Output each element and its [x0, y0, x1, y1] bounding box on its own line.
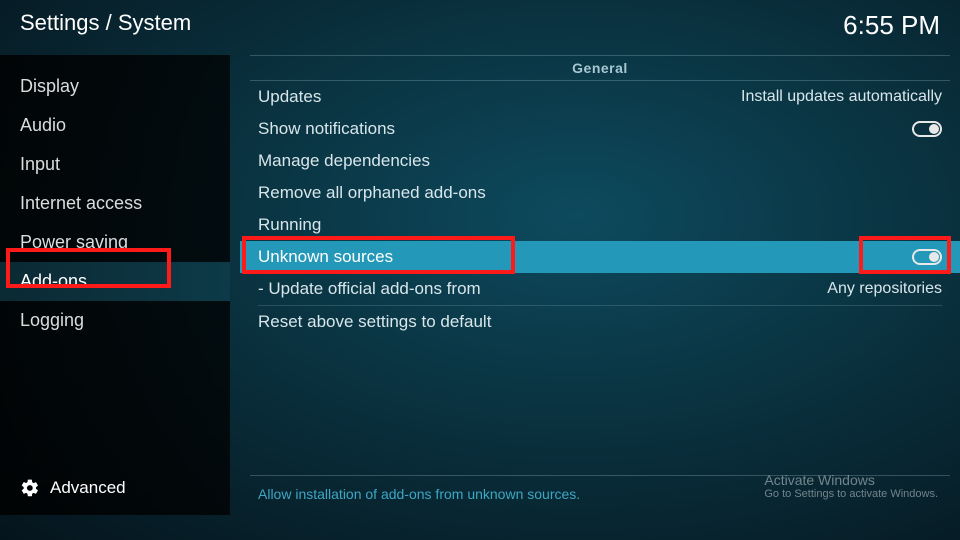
setting-label: Running [258, 215, 321, 235]
setting-show-notifications[interactable]: Show notifications [240, 113, 960, 145]
sidebar: Display Audio Input Internet access Powe… [0, 55, 230, 515]
setting-remove-orphaned[interactable]: Remove all orphaned add-ons [240, 177, 960, 209]
toggle-unknown-sources[interactable] [912, 249, 942, 265]
sidebar-item-power-saving[interactable]: Power saving [0, 223, 230, 262]
setting-value: Install updates automatically [741, 88, 942, 106]
divider [250, 55, 950, 56]
setting-label: Show notifications [258, 119, 395, 139]
gear-icon [20, 478, 40, 498]
setting-running[interactable]: Running [240, 209, 960, 241]
category-header: General [240, 60, 960, 76]
setting-label: Manage dependencies [258, 151, 430, 171]
setting-unknown-sources[interactable]: Unknown sources [240, 241, 960, 273]
setting-updates[interactable]: Updates Install updates automatically [240, 81, 960, 113]
settings-level-button[interactable]: Advanced [20, 478, 126, 498]
setting-label: Updates [258, 87, 321, 107]
setting-label: Reset above settings to default [258, 312, 491, 332]
sidebar-item-audio[interactable]: Audio [0, 106, 230, 145]
sidebar-item-display[interactable]: Display [0, 67, 230, 106]
setting-update-official-addons[interactable]: - Update official add-ons from Any repos… [240, 273, 960, 305]
sidebar-item-logging[interactable]: Logging [0, 301, 230, 340]
settings-level-label: Advanced [50, 478, 126, 498]
setting-label: Remove all orphaned add-ons [258, 183, 486, 203]
sidebar-item-internet-access[interactable]: Internet access [0, 184, 230, 223]
setting-reset-defaults[interactable]: Reset above settings to default [240, 306, 960, 338]
sidebar-item-add-ons[interactable]: Add-ons [0, 262, 230, 301]
setting-manage-dependencies[interactable]: Manage dependencies [240, 145, 960, 177]
setting-label: Unknown sources [258, 247, 393, 267]
clock: 6:55 PM [843, 10, 940, 41]
breadcrumb: Settings / System [20, 10, 191, 36]
watermark-subtitle: Go to Settings to activate Windows. [764, 488, 938, 500]
windows-watermark: Activate Windows Go to Settings to activ… [764, 472, 938, 500]
content-panel: General Updates Install updates automati… [240, 55, 960, 540]
watermark-title: Activate Windows [764, 472, 938, 488]
setting-value: Any repositories [827, 280, 942, 298]
sidebar-item-input[interactable]: Input [0, 145, 230, 184]
toggle-show-notifications[interactable] [912, 121, 942, 137]
setting-description: Allow installation of add-ons from unkno… [258, 486, 580, 502]
setting-label: - Update official add-ons from [258, 279, 481, 299]
